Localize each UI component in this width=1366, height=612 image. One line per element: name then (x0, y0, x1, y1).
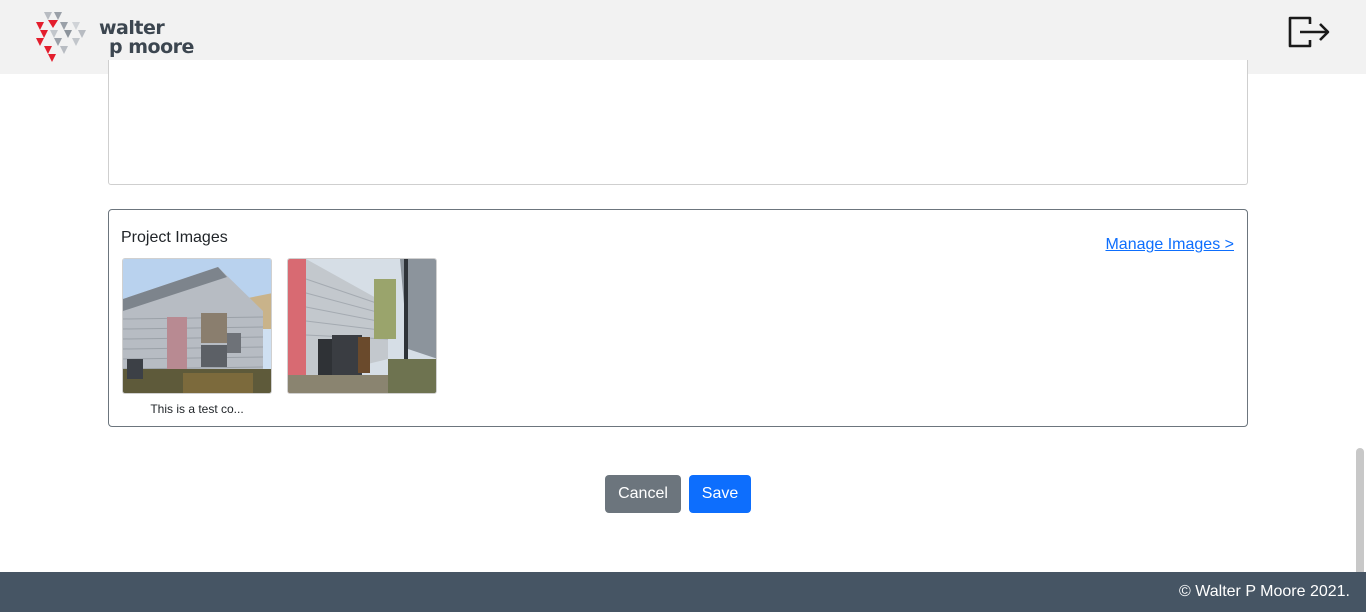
project-images-title: Project Images (121, 229, 228, 246)
image-caption: This is a test co... (150, 402, 244, 416)
project-images-card: Project Images Manage Images > This is a… (108, 209, 1248, 427)
manage-images-link[interactable]: Manage Images > (1105, 236, 1234, 254)
logout-button[interactable] (1286, 12, 1332, 52)
project-image-thumbnail-1[interactable] (122, 258, 272, 394)
app-footer: © Walter P Moore 2021. (0, 572, 1366, 612)
notes-textarea[interactable] (108, 60, 1248, 185)
cancel-button[interactable]: Cancel (605, 475, 681, 513)
project-image-thumbnail-2[interactable] (287, 258, 437, 394)
alley-photo-image (288, 259, 436, 393)
walter-p-moore-logo[interactable]: walter p moore (34, 10, 194, 64)
logo-text-line2: p moore (109, 36, 194, 58)
save-button[interactable]: Save (689, 475, 751, 513)
house-photo-image (123, 259, 271, 393)
scrollbar-thumb[interactable] (1356, 448, 1364, 576)
logo-wordmark: walter p moore (99, 19, 194, 57)
copyright-text: © Walter P Moore 2021. (1179, 583, 1350, 600)
logout-icon (1288, 16, 1330, 48)
logo-mark-icon (36, 12, 86, 62)
